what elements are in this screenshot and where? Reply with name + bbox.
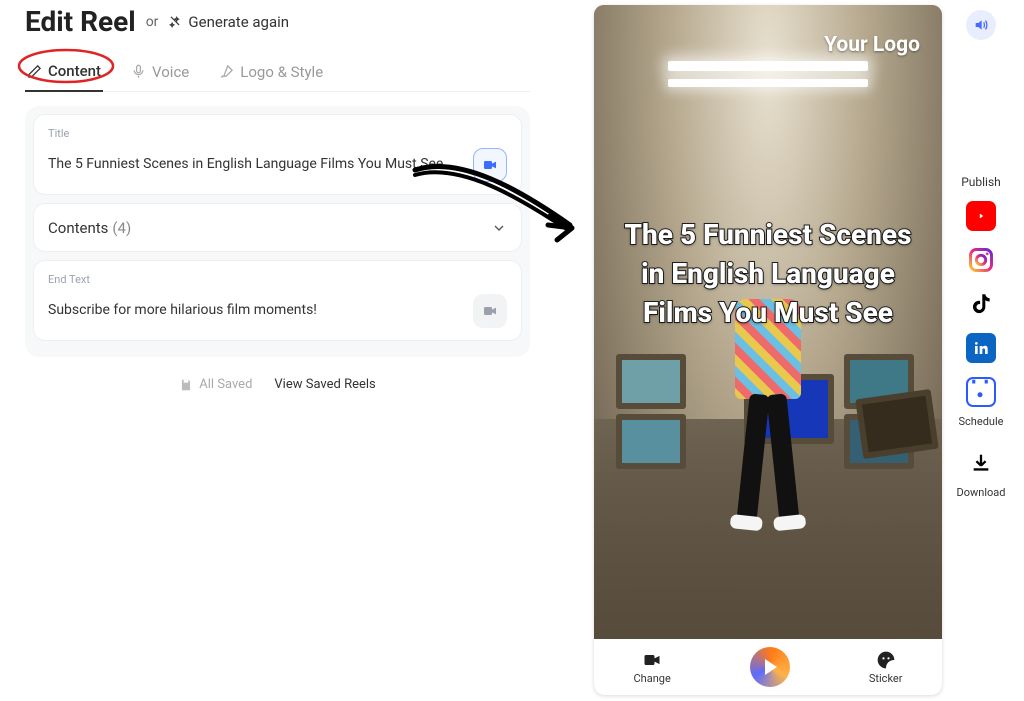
end-video-toggle[interactable] (473, 294, 507, 328)
tab-voice[interactable]: Voice (129, 56, 191, 91)
all-saved-status: All Saved (179, 377, 252, 392)
wand-icon (168, 15, 182, 29)
save-icon (179, 378, 193, 392)
publish-label: Publish (961, 175, 1001, 189)
page-title: Edit Reel (25, 5, 136, 38)
chevron-down-icon (491, 220, 507, 236)
contents-accordion[interactable]: Contents (4) (33, 203, 522, 252)
or-text: or (146, 14, 159, 30)
download-icon (970, 452, 992, 474)
tab-content[interactable]: Content (25, 56, 103, 92)
title-text[interactable]: The 5 Funniest Scenes in English Languag… (48, 155, 463, 175)
contents-label: Contents (48, 219, 108, 237)
generate-again-button[interactable]: Generate again (168, 13, 289, 31)
sticker-label: Sticker (869, 672, 903, 685)
schedule-label: Schedule (959, 415, 1004, 428)
contents-count: (4) (112, 219, 131, 237)
right-rail: Publish Schedule (948, 10, 1014, 519)
preview-toolbar: Change Sticker (594, 639, 942, 695)
preview-video-area[interactable]: Your Logo The 5 Funniest Scenes in Engli… (594, 5, 942, 639)
linkedin-icon (973, 340, 989, 356)
status-row: All Saved View Saved Reels (25, 377, 530, 392)
end-text-card[interactable]: End Text Subscribe for more hilarious fi… (33, 260, 522, 341)
calendar-icon (965, 376, 995, 406)
scene-light (668, 61, 868, 71)
tab-voice-label: Voice (152, 63, 189, 81)
tab-content-label: Content (48, 62, 101, 80)
reel-preview: Your Logo The 5 Funniest Scenes in Engli… (594, 5, 942, 695)
change-label: Change (634, 672, 671, 685)
sticker-button[interactable]: Sticker (869, 650, 903, 685)
publish-tiktok[interactable] (966, 289, 996, 319)
editor-tabs: Content Voice Logo & Style (25, 56, 530, 92)
all-saved-label: All Saved (199, 377, 252, 392)
sound-toggle[interactable] (966, 10, 996, 40)
sticker-icon (876, 650, 896, 670)
tab-logo-style[interactable]: Logo & Style (217, 56, 325, 91)
tiktok-icon (968, 291, 994, 317)
speaker-icon (973, 17, 989, 33)
mic-icon (131, 64, 146, 79)
generate-again-label: Generate again (188, 13, 289, 31)
title-card[interactable]: Title The 5 Funniest Scenes in English L… (33, 114, 522, 195)
schedule-button[interactable] (966, 377, 996, 407)
edit-icon (27, 64, 42, 79)
publish-instagram[interactable] (966, 245, 996, 275)
scene-tv-head (855, 389, 939, 459)
title-card-label: Title (48, 127, 507, 140)
publish-linkedin[interactable] (966, 333, 996, 363)
scene-legs (743, 394, 793, 524)
preview-logo: Your Logo (824, 33, 920, 57)
end-text[interactable]: Subscribe for more hilarious film moment… (48, 301, 463, 321)
download-label: Download (957, 486, 1006, 499)
preview-title-overlay: The 5 Funniest Scenes in English Languag… (594, 215, 942, 333)
tab-logo-style-label: Logo & Style (240, 63, 323, 81)
video-icon (642, 650, 662, 670)
play-button[interactable] (750, 647, 790, 687)
end-text-label: End Text (48, 273, 507, 286)
video-icon (482, 303, 498, 319)
instagram-icon (967, 246, 995, 274)
change-button[interactable]: Change (634, 650, 671, 685)
title-video-toggle[interactable] (473, 148, 507, 182)
download-button[interactable] (966, 448, 996, 478)
youtube-icon (974, 209, 988, 223)
brush-icon (219, 64, 234, 79)
header-row: Edit Reel or Generate again (25, 5, 530, 38)
editor-panel: Edit Reel or Generate again Content Voic… (25, 5, 530, 392)
video-icon (482, 157, 498, 173)
view-saved-reels-link[interactable]: View Saved Reels (274, 377, 375, 392)
publish-youtube[interactable] (966, 201, 996, 231)
play-icon (765, 659, 777, 675)
content-panel: Title The 5 Funniest Scenes in English L… (25, 106, 530, 357)
scene-tv (616, 414, 686, 469)
scene-tv (616, 354, 686, 409)
